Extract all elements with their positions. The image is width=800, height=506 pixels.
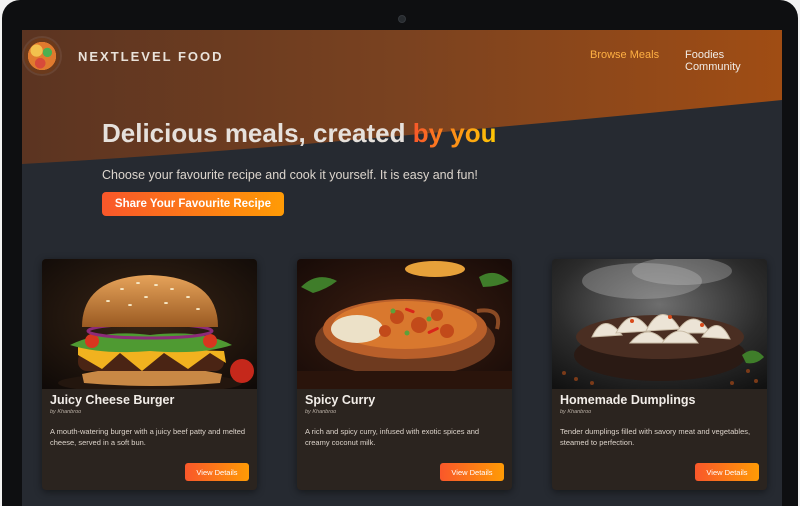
brand-name[interactable]: NEXTLEVEL FOOD: [78, 49, 224, 64]
meal-summary: A rich and spicy curry, infused with exo…: [305, 427, 480, 447]
view-details-button[interactable]: View Details: [185, 463, 249, 481]
meal-author: by Khanbroo: [560, 409, 592, 415]
meal-title: Juicy Cheese Burger: [50, 393, 175, 407]
meal-card[interactable]: Spicy Curry by Khanbroo A rich and spicy…: [297, 259, 512, 490]
meal-card[interactable]: Homemade Dumplings by Khanbroo Tender du…: [552, 259, 767, 490]
meal-image-curry[interactable]: [297, 259, 512, 389]
meal-summary: A mouth-watering burger with a juicy bee…: [50, 427, 246, 447]
share-recipe-button[interactable]: Share Your Favourite Recipe: [102, 192, 284, 216]
view-details-button[interactable]: View Details: [695, 463, 759, 481]
meal-summary: Tender dumplings filled with savory meat…: [560, 427, 751, 447]
hero-title: Delicious meals, created by you: [102, 118, 497, 149]
meal-author: by Khanbroo: [305, 409, 337, 415]
hero-title-accent: by you: [412, 118, 497, 148]
nav-foodies-community[interactable]: Foodies Community: [685, 49, 782, 73]
food-plate-logo[interactable]: [24, 38, 60, 74]
camera-dot: [398, 15, 406, 23]
hero-subtitle: Choose your favourite recipe and cook it…: [102, 168, 478, 182]
meal-card[interactable]: Juicy Cheese Burger by Khanbroo A mouth-…: [42, 259, 257, 490]
meal-title: Spicy Curry: [305, 393, 376, 407]
laptop-frame: NEXTLEVEL FOOD Browse Meals Foodies Comm…: [2, 0, 798, 506]
view-details-button[interactable]: View Details: [440, 463, 504, 481]
app-screen: NEXTLEVEL FOOD Browse Meals Foodies Comm…: [22, 30, 782, 506]
meal-title: Homemade Dumplings: [560, 393, 696, 407]
hero-title-main: Delicious meals, created: [102, 118, 413, 148]
nav-browse-meals[interactable]: Browse Meals: [590, 49, 659, 61]
meal-author: by Khanbroo: [50, 409, 82, 415]
meal-image-dumplings[interactable]: [552, 259, 767, 389]
meal-image-burger[interactable]: [42, 259, 257, 389]
